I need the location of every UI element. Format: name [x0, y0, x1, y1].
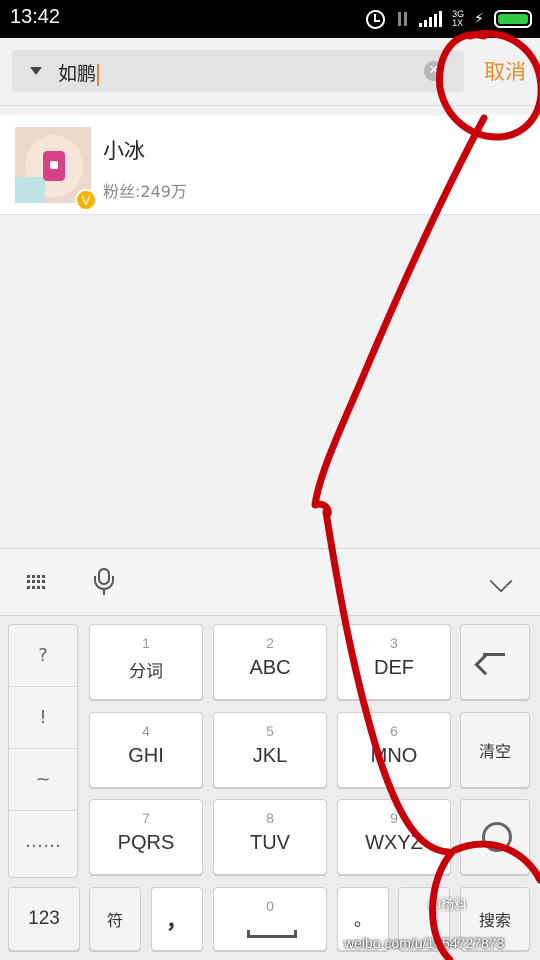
key-6[interactable]: 6 MNO: [337, 712, 451, 788]
keyboard-toolbar: [0, 548, 540, 616]
result-fans-count: 粉丝:249万: [103, 182, 187, 201]
alarm-icon: [366, 9, 386, 29]
clear-key[interactable]: 清空: [460, 712, 530, 788]
key-1[interactable]: 1 分词: [89, 624, 203, 700]
keyboard-grid-icon[interactable]: [27, 575, 47, 589]
punct-key-exclamation[interactable]: !: [9, 687, 77, 749]
collapse-keyboard-icon[interactable]: [489, 569, 513, 593]
key-5[interactable]: 5 JKL: [213, 712, 327, 788]
key-8[interactable]: 8 TUV: [213, 799, 327, 875]
symbols-key[interactable]: 符: [89, 887, 141, 951]
search-result-item[interactable]: V 小冰 粉丝:249万: [0, 115, 540, 215]
result-name: 小冰: [103, 139, 145, 163]
verified-badge-icon: V: [75, 189, 97, 211]
numbers-key[interactable]: 123: [8, 887, 80, 951]
status-icons: 3G 1X ⚡: [366, 8, 532, 30]
status-bar: 13:42 3G 1X ⚡: [0, 0, 540, 38]
enter-key[interactable]: [460, 799, 530, 875]
data-arrows-icon: [395, 10, 409, 28]
charging-icon: ⚡: [474, 11, 484, 27]
watermark-url: weibo.com/u/1654727873: [344, 935, 505, 951]
signal-icon: [419, 11, 443, 27]
status-time: 13:42: [10, 6, 61, 28]
key-2[interactable]: 2 ABC: [213, 624, 327, 700]
search-query[interactable]: 如鹏: [58, 59, 100, 86]
punct-key-question[interactable]: ?: [9, 625, 77, 687]
punctuation-column: ? ! ~ ……: [8, 624, 78, 878]
backspace-key[interactable]: [460, 624, 530, 700]
search-input[interactable]: 如鹏 ✕: [12, 50, 464, 92]
punct-key-ellipsis[interactable]: ……: [9, 811, 77, 873]
key-4[interactable]: 4 GHI: [89, 712, 203, 788]
key-7[interactable]: 7 PQRS: [89, 799, 203, 875]
search-type-dropdown-icon[interactable]: [30, 67, 42, 75]
cancel-button[interactable]: 取消: [484, 56, 526, 86]
key-9[interactable]: 9 WXYZ: [337, 799, 451, 875]
comma-key[interactable]: ，: [151, 887, 203, 951]
space-icon: [247, 930, 297, 938]
network-type: 3G 1X: [452, 9, 465, 28]
clear-search-icon[interactable]: ✕: [424, 61, 444, 81]
search-header: 如鹏 ✕ 取消: [0, 38, 540, 106]
enter-icon: [482, 822, 512, 852]
watermark-handle: @杨料: [428, 898, 468, 913]
space-key[interactable]: 0: [213, 887, 327, 951]
backspace-icon: [483, 653, 505, 656]
text-caret: [97, 63, 100, 86]
key-3[interactable]: 3 DEF: [337, 624, 451, 700]
microphone-icon[interactable]: [93, 568, 115, 596]
punct-key-tilde[interactable]: ~: [9, 749, 77, 811]
battery-icon: [494, 10, 532, 28]
